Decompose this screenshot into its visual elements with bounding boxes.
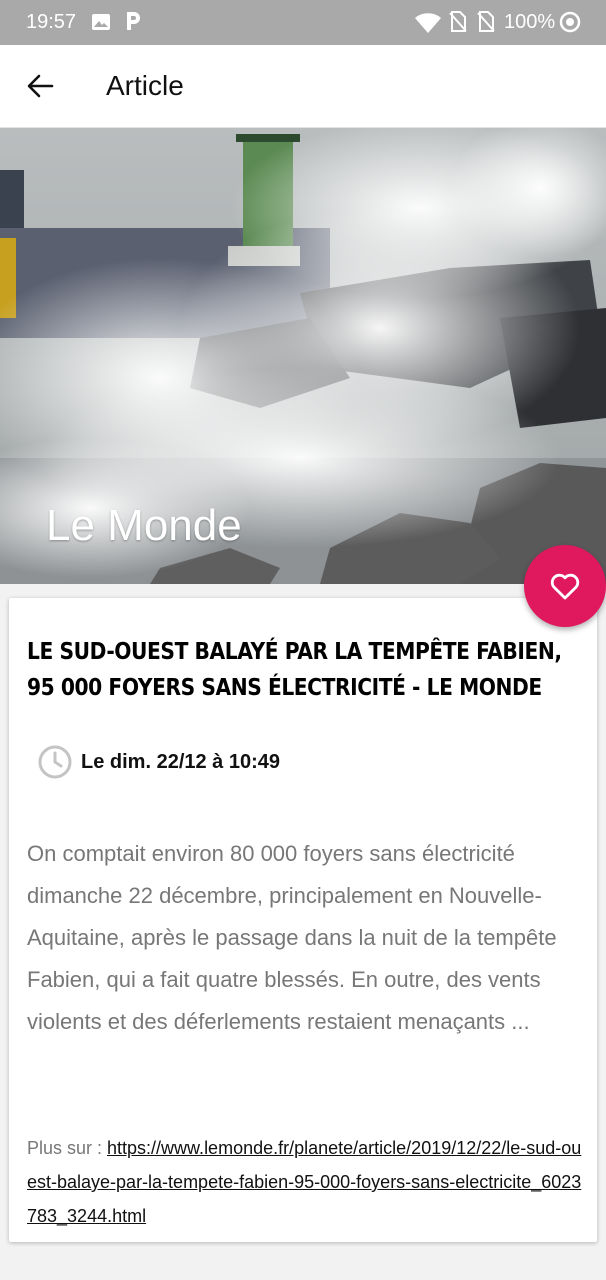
article-date-row: Le dim. 22/12 à 10:49 [37, 744, 280, 780]
article-headline: Le Sud-Ouest balayé par la tempête Fabie… [27, 639, 562, 701]
back-button[interactable] [20, 66, 60, 106]
battery-level: 100% [504, 11, 556, 33]
status-time: 19:57 [26, 11, 77, 33]
gallery-icon [91, 12, 111, 32]
parking-icon [124, 10, 142, 38]
status-bar: 19:57 100% [0, 0, 606, 45]
clock-icon [38, 745, 72, 779]
sim-off-icon [476, 11, 496, 33]
page-title: Article [106, 70, 184, 101]
sync-target-icon [559, 11, 581, 33]
article-hero-image: Le Monde [0, 128, 606, 584]
wifi-icon [414, 12, 442, 34]
heart-outline-icon [550, 573, 580, 600]
article-link[interactable]: https://www.lemonde.fr/planete/article/2… [27, 1138, 581, 1226]
article-date: Le dim. 22/12 à 10:49 [81, 750, 281, 773]
article-source-line: Plus sur : https://www.lemonde.fr/planet… [27, 1131, 583, 1233]
favorite-button[interactable] [524, 545, 606, 627]
article-excerpt: On comptait environ 80 000 foyers sans é… [27, 841, 557, 1034]
arrow-left-icon [27, 74, 54, 98]
app-bar: Article [0, 45, 606, 128]
article-card: Le Sud-Ouest balayé par la tempête Fabie… [9, 598, 597, 1242]
more-label: Plus sur : [27, 1138, 108, 1158]
article-source: Le Monde [46, 501, 242, 550]
sim-off-icon [448, 11, 468, 33]
